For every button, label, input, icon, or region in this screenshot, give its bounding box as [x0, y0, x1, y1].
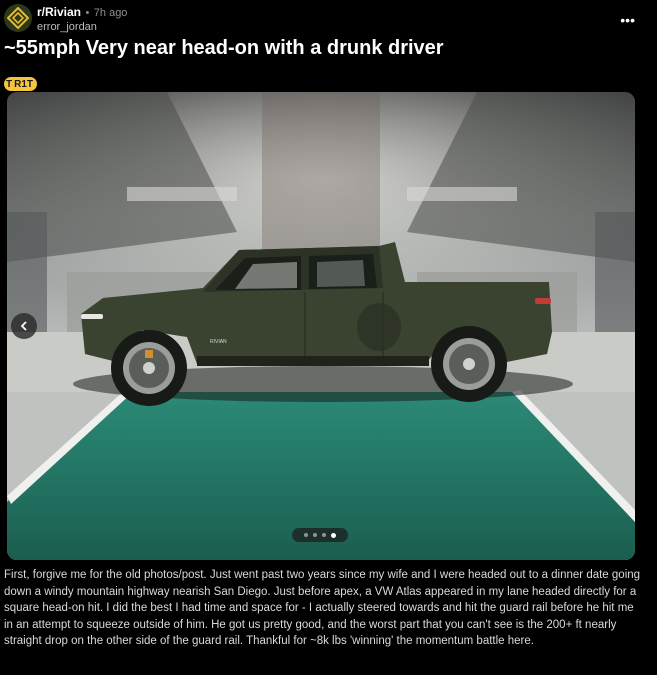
rear-wheel	[431, 326, 507, 402]
pagination-dot-4-active[interactable]	[331, 532, 336, 538]
rivian-diamond-icon	[7, 7, 29, 29]
subreddit-link[interactable]: r/Rivian	[37, 5, 81, 19]
author-link[interactable]: error_jordan	[37, 20, 127, 34]
post-title[interactable]: ~55mph Very near head-on with a drunk dr…	[4, 37, 444, 60]
meta-separator: •	[85, 7, 90, 19]
post-meta: r/Rivian • 7h ago error_jordan	[37, 5, 127, 34]
subreddit-avatar[interactable]	[4, 4, 32, 32]
pagination-dot-1[interactable]	[304, 533, 308, 537]
post-flair[interactable]: T R1T	[4, 77, 38, 91]
post-body: First, forgive me for the old photos/pos…	[4, 569, 641, 647]
more-options-icon[interactable]: •••	[620, 12, 635, 28]
post-header: r/Rivian • 7h ago error_jordan •••	[4, 3, 657, 37]
truck-photo: RIVIAN	[7, 92, 635, 560]
pagination-dot-2[interactable]	[313, 533, 317, 537]
chevron-left-icon	[20, 321, 27, 331]
flair-icon: T	[6, 78, 13, 90]
post-time: 7h ago	[93, 7, 128, 19]
front-wheel	[111, 330, 187, 406]
pagination-dot-3[interactable]	[322, 533, 326, 537]
carousel-pagination	[292, 528, 348, 542]
flair-text: R1T	[14, 78, 34, 90]
truck-badge: RIVIAN	[210, 339, 227, 345]
image-carousel[interactable]: RIVIAN	[7, 92, 635, 560]
carousel-prev-button[interactable]	[11, 313, 37, 339]
